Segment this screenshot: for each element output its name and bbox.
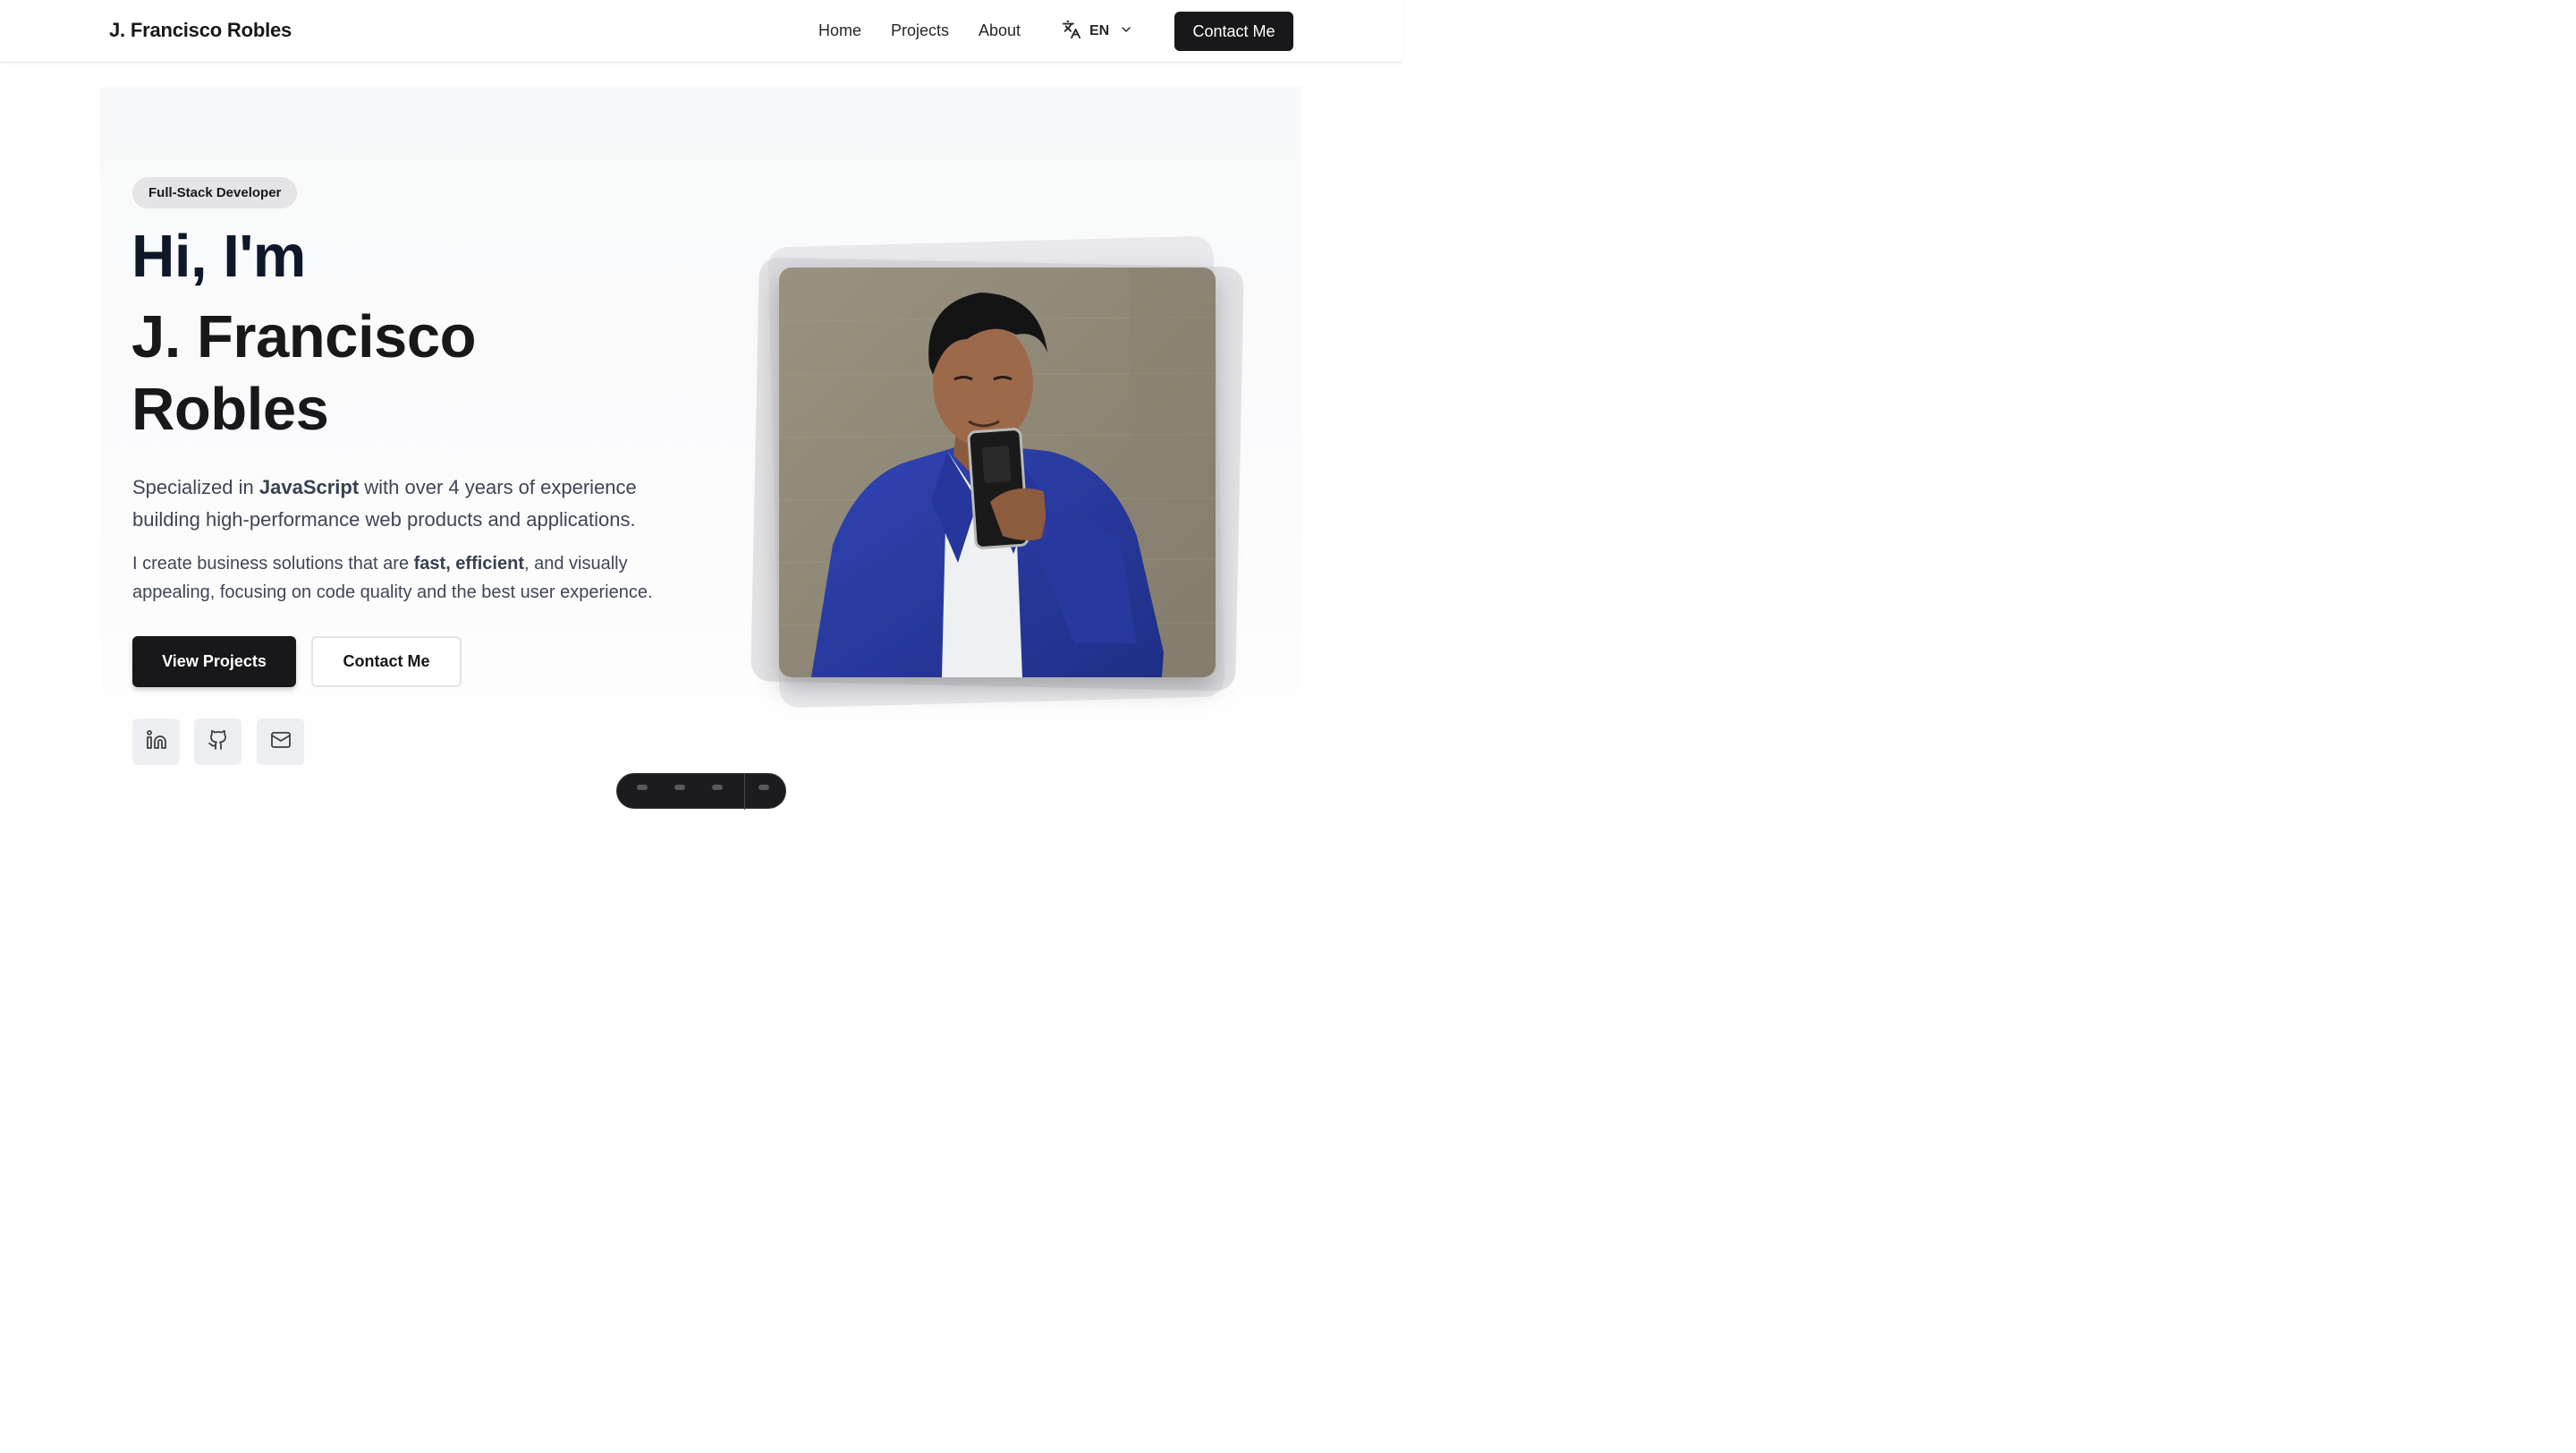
hero-greeting: Hi, I'm [131,223,306,290]
hero-lead-paragraph: Specialized in JavaScript with over 4 ye… [132,476,637,531]
profile-photo-frame [750,235,1252,711]
role-badge: Full-Stack Developer [132,177,298,208]
toolbar-item-icon[interactable] [637,785,648,790]
nav-projects[interactable]: Projects [891,21,949,40]
hero-secondary-paragraph: I create business solutions that are fas… [132,554,653,602]
toolbar-settings-icon[interactable] [758,785,769,790]
view-projects-button[interactable]: View Projects [132,636,296,687]
github-link[interactable] [194,718,242,765]
hero-name-line2: Robles [131,376,329,443]
linkedin-icon [146,729,167,755]
nav-about[interactable]: About [979,21,1021,40]
language-selector[interactable]: EN [1062,20,1133,43]
contact-me-nav-button[interactable]: Contact Me [1174,12,1293,51]
toolbar-divider [744,774,745,810]
highlight-fast-efficient: fast, efficient [413,554,524,574]
navbar: J. Francisco Robles Home Projects About … [0,0,1402,63]
email-link[interactable] [257,718,304,765]
language-label: EN [1089,23,1110,38]
floating-toolbar[interactable] [616,773,786,810]
toolbar-item-icon[interactable] [674,785,685,790]
linkedin-link[interactable] [132,718,180,765]
github-icon [208,729,229,755]
hero-name-line1: J. Francisco [131,303,477,370]
chevron-down-icon [1119,22,1133,41]
toolbar-item-icon[interactable] [712,785,723,790]
brand-logo[interactable]: J. Francisco Robles [109,19,292,42]
translate-icon [1062,20,1081,44]
mail-icon [270,729,292,755]
contact-me-button[interactable]: Contact Me [311,636,462,687]
highlight-javascript: JavaScript [258,476,360,498]
nav-home[interactable]: Home [818,21,861,40]
profile-photo [779,268,1216,677]
